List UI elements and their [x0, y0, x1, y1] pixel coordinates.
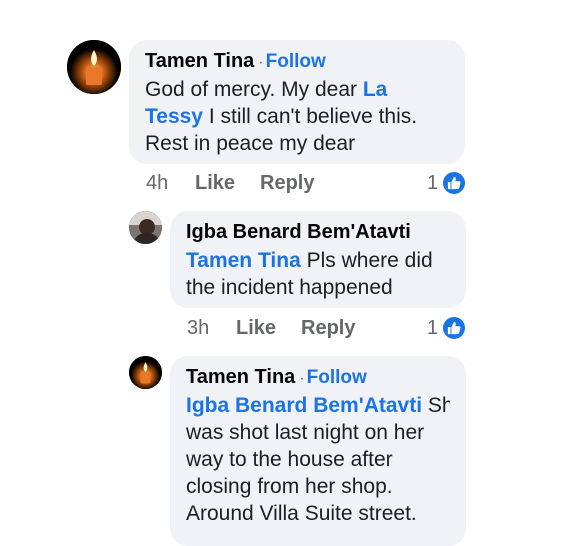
- comment-text: God of mercy. My dear La Tessy I still c…: [145, 76, 455, 157]
- candle-icon: [67, 40, 121, 94]
- separator-dot: ·: [258, 54, 264, 71]
- like-button[interactable]: Like: [236, 317, 276, 340]
- author-name[interactable]: Tamen Tina: [186, 366, 295, 388]
- comment-text-line: Pls where did: [300, 249, 433, 272]
- mention-link[interactable]: Tamen Tina: [186, 249, 301, 272]
- comment-text-line: Rest in peace my dear: [145, 132, 356, 155]
- comment-text-line: closing from her shop.: [186, 475, 393, 498]
- avatar[interactable]: [129, 356, 162, 389]
- comment-text-line: God of mercy. My dear: [145, 78, 363, 101]
- comment-text-line: I still can't believe this.: [203, 105, 418, 128]
- reply-button[interactable]: Reply: [260, 172, 314, 195]
- comment-text-line: Around Villa Suite street.: [186, 502, 417, 525]
- comment-actions: 3h Like Reply: [187, 317, 467, 343]
- timestamp[interactable]: 3h: [187, 317, 209, 340]
- author-name[interactable]: Tamen Tina: [145, 50, 254, 72]
- mention-link[interactable]: La: [363, 78, 388, 101]
- comment-text-line: She: [427, 394, 450, 417]
- separator-dot: ·: [299, 370, 305, 387]
- like-count: 1: [427, 171, 439, 194]
- like-count: 1: [427, 316, 439, 339]
- mention-link[interactable]: Igba Benard Bem'Atavti: [186, 394, 422, 417]
- profile-photo: [129, 211, 162, 244]
- avatar[interactable]: [129, 211, 162, 244]
- comment-bubble: Tamen Tina · Follow God of mercy. My dear …: [129, 40, 465, 164]
- comment-bubble: Tamen Tina · Follow Igba Benard Bem'Atavti…: [170, 356, 466, 546]
- comment-text-line: way to the house after: [186, 448, 393, 471]
- avatar[interactable]: [67, 40, 121, 94]
- comment-actions: 4h Like Reply: [146, 172, 466, 198]
- comment-text-line: was shot last night on her: [186, 421, 425, 444]
- thumbs-up-icon: [441, 170, 468, 196]
- comment-text-line: the incident happened: [186, 276, 393, 299]
- follow-button[interactable]: Follow: [307, 367, 367, 388]
- reply-button[interactable]: Reply: [301, 317, 355, 340]
- mention-link[interactable]: Tessy: [145, 105, 203, 128]
- reaction-count[interactable]: 1: [427, 170, 468, 196]
- candle-icon: [129, 356, 162, 389]
- reaction-count[interactable]: 1: [427, 315, 468, 341]
- comment-bubble: Igba Benard Bem'Atavti Tamen Tina Pls wh…: [170, 211, 466, 308]
- comment-text: Igba Benard Bem'Atavti She was shot last…: [186, 392, 450, 527]
- author-name[interactable]: Igba Benard Bem'Atavti: [186, 221, 411, 243]
- like-button[interactable]: Like: [195, 172, 235, 195]
- follow-button[interactable]: Follow: [266, 51, 326, 72]
- comment-text: Tamen Tina Pls where did the incident ha…: [186, 247, 456, 301]
- thumbs-up-icon: [441, 315, 468, 341]
- timestamp[interactable]: 4h: [146, 172, 168, 195]
